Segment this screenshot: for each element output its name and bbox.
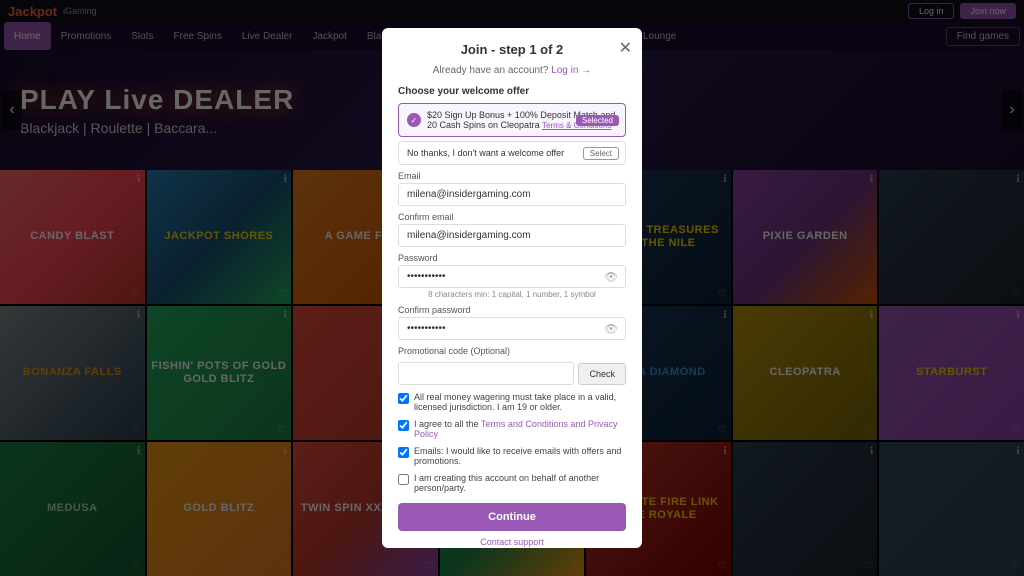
- password-label: Password: [398, 253, 626, 263]
- modal-header: Join - step 1 of 2 ✕: [398, 42, 626, 57]
- modal-overlay: Join - step 1 of 2 ✕ Already have an acc…: [0, 0, 1024, 576]
- password-input[interactable]: [398, 265, 626, 288]
- checkbox-behalf-label: I am creating this account on behalf of …: [414, 473, 626, 493]
- continue-button[interactable]: Continue: [398, 503, 626, 531]
- password-wrap: 👁: [398, 265, 626, 288]
- checkbox-emails-row: Emails: I would like to receive emails w…: [398, 446, 626, 466]
- checkbox-age-row: All real money wagering must take place …: [398, 392, 626, 412]
- confirm-password-eye-icon[interactable]: 👁: [604, 322, 618, 335]
- confirm-password-wrap: 👁: [398, 317, 626, 340]
- checkbox-behalf[interactable]: [398, 474, 409, 485]
- checkbox-terms[interactable]: [398, 420, 409, 431]
- checkbox-emails-label: Emails: I would like to receive emails w…: [414, 446, 626, 466]
- promo-label: Promotional code (Optional): [398, 346, 626, 356]
- email-input[interactable]: [398, 183, 626, 206]
- confirm-password-input[interactable]: [398, 317, 626, 340]
- confirm-email-label: Confirm email: [398, 212, 626, 222]
- contact-support-link[interactable]: Contact support: [398, 537, 626, 547]
- checkbox-terms-label: I agree to all the Terms and Conditions …: [414, 419, 626, 439]
- checkbox-terms-row: I agree to all the Terms and Conditions …: [398, 419, 626, 439]
- welcome-offer-1[interactable]: ✓ $20 Sign Up Bonus + 100% Deposit Match…: [398, 103, 626, 137]
- offer1-check-icon: ✓: [407, 113, 421, 127]
- email-label: Email: [398, 171, 626, 181]
- promo-row: Check: [398, 362, 626, 385]
- modal-title: Join - step 1 of 2: [398, 42, 626, 57]
- modal-login-anchor[interactable]: Log in →: [551, 65, 591, 76]
- checkbox-age-label: All real money wagering must take place …: [414, 392, 626, 412]
- offer2-select-button[interactable]: Select: [583, 147, 619, 160]
- promo-check-button[interactable]: Check: [578, 363, 626, 385]
- confirm-password-label: Confirm password: [398, 305, 626, 315]
- checkbox-age[interactable]: [398, 393, 409, 404]
- registration-modal: Join - step 1 of 2 ✕ Already have an acc…: [382, 28, 642, 548]
- offer1-selected-badge: Selected: [576, 115, 619, 126]
- terms-link[interactable]: Terms and Conditions and Privacy Policy: [414, 419, 617, 439]
- promo-input[interactable]: [398, 362, 574, 385]
- welcome-offer-2[interactable]: No thanks, I don't want a welcome offer …: [398, 141, 626, 165]
- modal-login-link: Already have an account? Log in →: [398, 65, 626, 76]
- confirm-email-input[interactable]: [398, 224, 626, 247]
- modal-close-button[interactable]: ✕: [619, 38, 632, 58]
- checkbox-emails[interactable]: [398, 447, 409, 458]
- password-hint: 8 characters min: 1 capital, 1 number, 1…: [398, 290, 626, 299]
- choose-offer-title: Choose your welcome offer: [398, 86, 626, 97]
- checkbox-behalf-row: I am creating this account on behalf of …: [398, 473, 626, 493]
- password-eye-icon[interactable]: 👁: [604, 270, 618, 283]
